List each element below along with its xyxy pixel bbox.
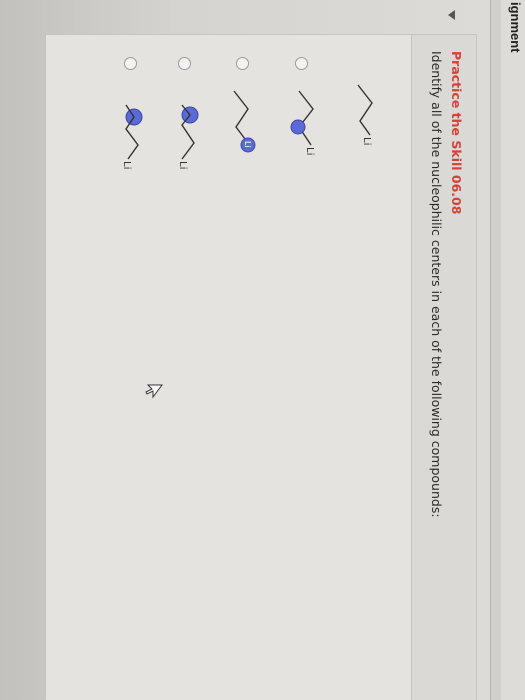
nucleophilic-center-marker — [290, 119, 306, 135]
screenshot-stage: ignment Practice the Skill 06.08 Identif… — [0, 0, 525, 700]
compound-4-li-label: Li — [177, 161, 188, 169]
radio-choice-3[interactable] — [236, 57, 249, 70]
question-header: Practice the Skill 06.08 Identify all of… — [411, 35, 476, 700]
mouse-pointer-icon — [145, 384, 163, 399]
play-triangle-icon[interactable] — [448, 10, 455, 20]
radio-choice-2[interactable] — [295, 57, 308, 70]
compound-2-li-label: Li — [304, 147, 315, 155]
assignment-tab-label[interactable]: ignment — [508, 2, 523, 53]
answer-choice-1[interactable]: Li — [330, 35, 400, 185]
compound-3-li-label: Li — [243, 141, 252, 148]
compound-4-structure: Li — [177, 104, 199, 169]
compound-5-li-label: Li — [121, 161, 132, 169]
answer-choice-5[interactable]: Li — [94, 35, 164, 185]
compound-5-structure: Li — [121, 104, 143, 169]
question-text: Identify all of the nucleophilic centers… — [429, 51, 444, 518]
compound-1-li-label: Li — [361, 137, 372, 145]
question-content-box: Practice the Skill 06.08 Identify all of… — [45, 34, 477, 700]
compound-2-structure: Li — [290, 90, 315, 155]
assignment-page: ignment Practice the Skill 06.08 Identif… — [0, 0, 525, 700]
compound-1-structure: Li — [357, 84, 373, 145]
radio-choice-5[interactable] — [124, 57, 137, 70]
top-strip — [490, 0, 501, 700]
radio-choice-4[interactable] — [178, 57, 191, 70]
practice-title: Practice the Skill 06.08 — [449, 51, 464, 215]
compound-3-structure: Li — [233, 90, 256, 153]
